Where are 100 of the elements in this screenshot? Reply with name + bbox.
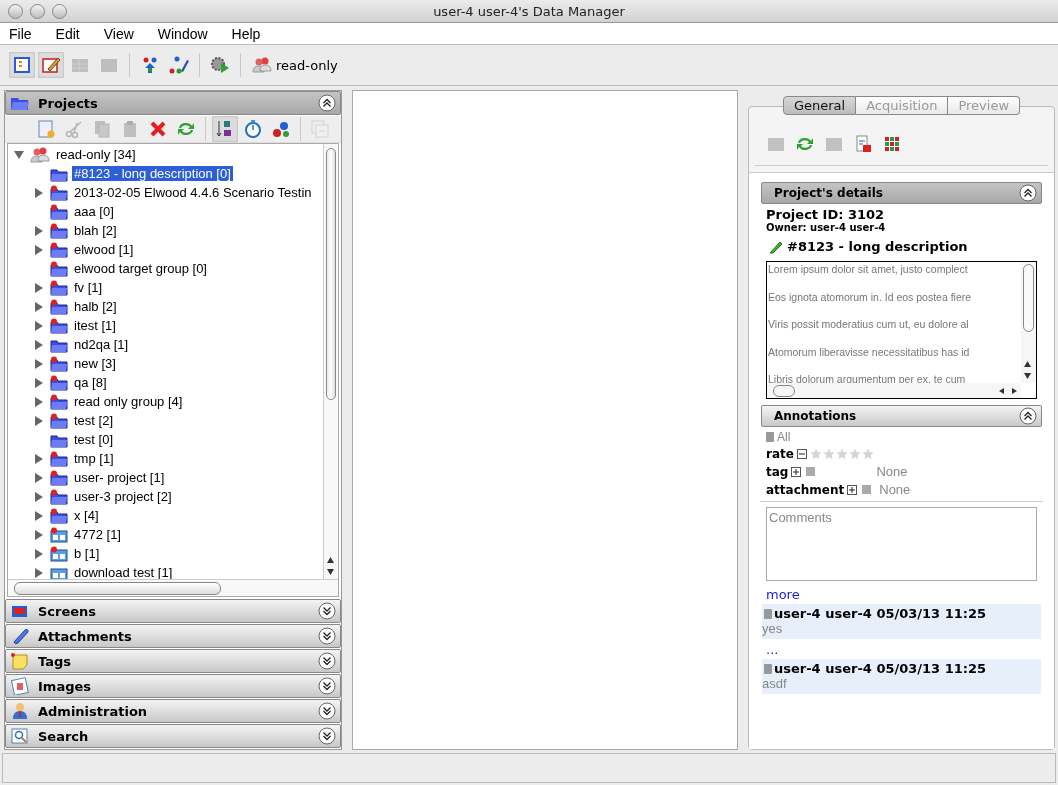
comments-field[interactable]: Comments (766, 507, 1037, 581)
tree-item[interactable]: test [2] (72, 413, 116, 428)
add-icon[interactable] (847, 484, 858, 495)
expand-arrow[interactable] (34, 282, 44, 293)
collapse-chevron-icon[interactable] (1019, 407, 1037, 425)
expand-arrow[interactable] (34, 244, 44, 255)
expand-arrow[interactable] (34, 358, 44, 369)
description-field[interactable]: Lorem ipsum dolor sit amet, justo complect Eos ignota atomorum in. Id eos postea fiere Viris possit moderatius cum ut, eu dolore al Atomorum liberavisse necessitatibus has id Libris dolorum argumentum per ex, te cum (766, 261, 1037, 399)
expand-arrow[interactable] (34, 339, 44, 350)
scrollbar[interactable] (8, 579, 338, 596)
tree-item[interactable]: download test [1] (72, 565, 175, 579)
owner-label: Owner: user-4 user-4 (766, 222, 887, 233)
tree-item[interactable]: elwood [1] (72, 242, 136, 257)
section-header[interactable]: Projects (5, 91, 341, 115)
expand-arrow[interactable] (34, 415, 44, 426)
tab[interactable]: General (782, 96, 857, 115)
section-header[interactable]: Attachments (5, 624, 341, 648)
section-header[interactable]: Tags (5, 649, 341, 673)
expand-chevron-icon[interactable] (318, 727, 336, 745)
tree-item[interactable]: aaa [0] (72, 204, 116, 219)
expand-chevron-icon[interactable] (318, 627, 336, 645)
person-icon (10, 702, 30, 720)
section-header[interactable]: Images (5, 674, 341, 698)
expand-arrow[interactable] (34, 510, 44, 521)
tree-item[interactable]: new [3] (72, 356, 118, 371)
expand-arrow[interactable] (34, 301, 44, 312)
filter-label[interactable]: All (777, 430, 791, 444)
collapse-chevron-icon[interactable] (1019, 184, 1037, 202)
expand-chevron-icon[interactable] (318, 652, 336, 670)
remove-icon[interactable] (796, 448, 807, 459)
tree-item[interactable]: test [0] (72, 432, 116, 447)
tree-item[interactable]: #8123 - long description [0] (72, 166, 233, 181)
tree-item[interactable]: halb [2] (72, 299, 119, 314)
folder-icon (50, 374, 68, 391)
section-header[interactable]: Search (5, 724, 341, 748)
add-icon[interactable] (791, 466, 802, 477)
menu-item[interactable]: Help (231, 25, 271, 42)
folder-icon (50, 317, 68, 334)
annotation-value: None (879, 482, 911, 497)
tree-item[interactable]: qa [8] (72, 375, 109, 390)
expand-arrow[interactable] (34, 320, 44, 331)
folder-icon (50, 222, 68, 239)
expand-arrow[interactable] (34, 187, 44, 198)
expand-arrow[interactable] (34, 396, 44, 407)
expand-arrow[interactable] (34, 377, 44, 388)
tree-item[interactable]: itest [1] (72, 318, 118, 333)
expand-arrow[interactable] (34, 529, 44, 540)
folder-icon (50, 241, 68, 258)
tree-item[interactable]: blah [2] (72, 223, 119, 238)
scrollbar[interactable] (767, 383, 1021, 398)
expand-arrow[interactable] (34, 491, 44, 502)
project-name[interactable]: #8123 - long description (787, 239, 968, 254)
panel-icon[interactable] (9, 52, 35, 78)
pencil-icon[interactable] (769, 239, 783, 254)
comment-header: user-4 user-4 05/03/13 11:25 (774, 661, 987, 676)
tree-item[interactable]: user-3 project [2] (72, 489, 174, 504)
sort-icon[interactable] (212, 116, 238, 142)
toggle-icon[interactable] (764, 663, 772, 674)
more-link[interactable]: more (766, 587, 800, 602)
tree-item[interactable]: nd2qa [1] (72, 337, 131, 352)
section-header[interactable]: Screens (5, 599, 341, 623)
tree-item[interactable]: b [1] (72, 546, 102, 561)
scrollbar[interactable] (323, 144, 338, 579)
group-label[interactable]: read-only (276, 57, 338, 73)
expand-chevron-icon[interactable] (318, 602, 336, 620)
section-header[interactable]: Annotations (761, 405, 1042, 427)
tree-item[interactable]: fv [1] (72, 280, 105, 295)
section-header[interactable]: Administration (5, 699, 341, 723)
menu-item[interactable]: Edit (55, 25, 90, 42)
expand-chevron-icon[interactable] (318, 677, 336, 695)
star-rating[interactable] (809, 447, 874, 460)
folder-icon (50, 279, 68, 296)
menu-item[interactable]: View (103, 25, 144, 42)
tree-item[interactable]: tmp [1] (72, 451, 116, 466)
tag-note-icon (10, 652, 30, 670)
tree-item[interactable]: user- project [1] (72, 470, 167, 485)
tree-item[interactable]: x [4] (72, 508, 101, 523)
collapse-chevron-icon[interactable] (318, 94, 336, 112)
menu-item[interactable]: File (9, 25, 42, 42)
expand-arrow[interactable] (34, 548, 44, 559)
expand-arrow[interactable] (34, 453, 44, 464)
more-link[interactable]: ... (766, 642, 779, 657)
expand-arrow[interactable] (34, 225, 44, 236)
notepad-icon[interactable] (38, 52, 64, 78)
tree-item[interactable]: 4772 [1] (72, 527, 123, 542)
tree-item[interactable]: read only group [4] (72, 394, 185, 409)
folder-icon (50, 488, 68, 505)
toggle-icon[interactable] (764, 608, 772, 619)
expand-arrow[interactable] (34, 472, 44, 483)
tree-item[interactable]: 2013-02-05 Elwood 4.4.6 Scenario Testin (72, 185, 314, 200)
expand-arrow[interactable] (34, 567, 44, 578)
folder-icon (50, 469, 68, 486)
tree-item[interactable]: elwood target group [0] (72, 261, 209, 276)
section-header[interactable]: Project's details (761, 182, 1042, 204)
tree-item[interactable]: read-only [34] (54, 147, 138, 162)
expand-chevron-icon[interactable] (318, 702, 336, 720)
collapse-arrow[interactable] (14, 149, 26, 160)
scrollbar[interactable] (1021, 262, 1036, 383)
menu-item[interactable]: Window (157, 25, 218, 42)
annotation-value: None (876, 464, 908, 479)
